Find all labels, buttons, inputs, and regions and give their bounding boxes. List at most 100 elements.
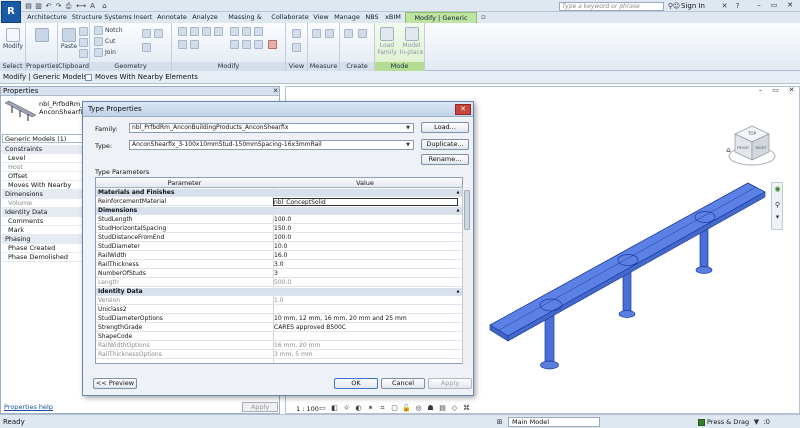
table-group-row[interactable]: Materials and Finishes ⯅ (96, 189, 462, 198)
view-scale[interactable]: 1 : 100 (296, 405, 319, 413)
apply-button[interactable]: Apply (428, 378, 472, 389)
table-row[interactable]: RailThickness 3.0 (96, 261, 462, 270)
value-cell[interactable]: 3 (274, 270, 459, 278)
value-cell[interactable]: 100.0 (274, 234, 459, 242)
parameter-cell: ReinforcementMaterial (98, 198, 167, 205)
parameter-cell: ShapeCode (98, 333, 133, 340)
table-row[interactable]: RailThicknessOptions 3 mm, 5 mm (96, 351, 462, 360)
value-cell[interactable]: 3.0 (274, 261, 459, 269)
cancel-button[interactable]: Cancel (381, 378, 425, 389)
viewcube-home-icon[interactable]: ⌂ (724, 146, 733, 154)
dialog-title: Type Properties (83, 102, 473, 117)
chevron-down-icon: ▼ (406, 125, 410, 131)
parameter-cell: Materials and Finishes (98, 189, 175, 196)
table-scrollbar[interactable] (462, 187, 471, 364)
sun-path-icon[interactable]: ☼ (342, 404, 351, 412)
worksets-icon[interactable]: ⊞ (495, 418, 504, 426)
rename-button[interactable]: Rename... (421, 154, 469, 165)
parameter-cell: Identity Data (98, 288, 143, 295)
collapse-icon[interactable]: ⯅ (456, 288, 460, 296)
parameter-cell: Uniclass2 (98, 306, 127, 313)
table-row[interactable]: Length 500.0 (96, 279, 462, 288)
active-model-dropdown[interactable]: Main Model (508, 417, 600, 427)
view-control-bar: ▭ ◧ ☼ ◐ ✶ ⌗ ▢ 🔓 ◎ ☗ ▤ ◇ ⌘ (318, 402, 483, 412)
value-cell[interactable]: nbl_ConceptSolid (273, 198, 458, 206)
table-row[interactable]: StudLength 100.0 (96, 216, 462, 225)
zoom-dropdown-icon[interactable]: ▾ (773, 213, 782, 221)
value-cell[interactable]: 10 mm, 12 mm, 16 mm, 20 mm and 25 mm (274, 315, 459, 323)
table-row[interactable]: RailWidthOptions 16 mm, 20 mm (96, 342, 462, 351)
type-value: AnconShearfix_3-100x10mmStud-150mmSpacin… (132, 141, 322, 148)
highlight-displacement-icon[interactable]: ◇ (450, 404, 459, 412)
value-cell[interactable]: 10.0 (274, 243, 459, 251)
table-row[interactable]: RailWidth 16.0 (96, 252, 462, 261)
lock-3d-view-icon[interactable]: 🔓 (402, 404, 411, 412)
value-cell[interactable]: 500.0 (274, 279, 459, 287)
parameter-cell: StudDiameter (98, 243, 140, 250)
value-cell[interactable]: 3 mm, 5 mm (274, 351, 459, 359)
parameter-cell: RailWidthOptions (98, 342, 150, 349)
value-cell[interactable]: 1.0 (274, 297, 459, 305)
press-drag-checkbox[interactable] (698, 419, 705, 426)
duplicate-button[interactable]: Duplicate... (421, 139, 469, 150)
table-row[interactable]: StudDistanceFromEnd 100.0 (96, 234, 462, 243)
table-row[interactable]: ShapeCode (96, 333, 462, 342)
selection-count-icon: :0 (763, 418, 770, 426)
viewcube-top-label: TOP (747, 131, 757, 136)
parameter-cell: NumberOfStuds (98, 270, 146, 277)
parameter-cell: StudDiameterOptions (98, 315, 163, 322)
table-row[interactable]: StudDiameter 10.0 (96, 243, 462, 252)
table-group-row[interactable]: Identity Data ⯅ (96, 288, 462, 297)
parameter-cell: Version (98, 297, 121, 304)
parameter-cell: RailThickness (98, 261, 139, 268)
press-drag-label: Press & Drag (707, 418, 750, 426)
crop-icon[interactable]: ⌗ (378, 404, 387, 412)
reveal-hidden-icon[interactable]: ☗ (426, 404, 435, 412)
crop-region-icon[interactable]: ▢ (390, 404, 399, 412)
type-dropdown[interactable]: AnconShearfix_3-100x10mmStud-150mmSpacin… (129, 140, 414, 150)
chevron-down-icon: ▼ (406, 142, 410, 148)
scrollbar-thumb[interactable] (464, 190, 470, 230)
steering-wheel-icon[interactable]: ◉ (773, 185, 782, 193)
value-cell[interactable]: 16.0 (274, 252, 459, 260)
value-cell[interactable]: 16 mm, 20 mm (274, 342, 459, 350)
visual-style-icon[interactable]: ◧ (330, 404, 339, 412)
value-cell[interactable]: CARES approved B500C (274, 324, 459, 332)
detail-level-icon[interactable]: ▭ (318, 404, 327, 412)
table-row[interactable]: NumberOfStuds 3 (96, 270, 462, 279)
collapse-icon[interactable]: ⯅ (456, 189, 460, 197)
parameter-cell: StudHorizontalSpacing (98, 225, 167, 232)
collapse-icon[interactable]: ⯅ (456, 207, 460, 215)
render-icon[interactable]: ✶ (366, 404, 375, 412)
zoom-icon[interactable]: ⚲ (773, 201, 782, 209)
table-row[interactable]: ReinforcementMaterial nbl_ConceptSolid (96, 198, 462, 207)
family-dropdown[interactable]: nbl_PrfbdRm_AnconBuildingProducts_AnconS… (129, 123, 414, 133)
type-parameters-label: Type Parameters (95, 168, 150, 176)
table-row[interactable]: StudDiameterOptions 10 mm, 12 mm, 16 mm, … (96, 315, 462, 324)
reveal-constraints-icon[interactable]: ⌘ (462, 404, 471, 412)
value-cell[interactable]: 150.0 (274, 225, 459, 233)
analytical-model-icon[interactable]: ▤ (438, 404, 447, 412)
parameter-cell: Dimensions (98, 207, 138, 214)
dialog-close-button[interactable]: ✕ (455, 104, 471, 115)
parameter-cell: StudLength (98, 216, 133, 223)
header-parameter: Parameter (167, 179, 202, 187)
filter-icon[interactable]: ▼ (752, 418, 761, 426)
ok-button[interactable]: OK (334, 378, 378, 389)
table-row[interactable]: Version 1.0 (96, 297, 462, 306)
preview-button[interactable]: << Preview (93, 378, 137, 389)
value-cell[interactable]: 100.0 (274, 216, 459, 224)
table-group-row[interactable]: Dimensions ⯅ (96, 207, 462, 216)
table-row[interactable]: StudHorizontalSpacing 150.0 (96, 225, 462, 234)
load-button[interactable]: Load... (421, 122, 469, 133)
shadows-icon[interactable]: ◐ (354, 404, 363, 412)
family-label: Family: (95, 125, 118, 133)
table-row[interactable]: Uniclass2 (96, 306, 462, 315)
type-label: Type: (95, 142, 113, 150)
parameter-cell: RailWidth (98, 252, 127, 259)
viewcube[interactable]: TOP FRONT RIGHT (727, 122, 777, 168)
parameter-cell: RailThicknessOptions (98, 351, 162, 358)
table-row[interactable]: StrengthGrade CARES approved B500C (96, 324, 462, 333)
navigation-bar: ◉ ⚲ ▾ (771, 182, 783, 230)
temporary-hide-icon[interactable]: ◎ (414, 404, 423, 412)
